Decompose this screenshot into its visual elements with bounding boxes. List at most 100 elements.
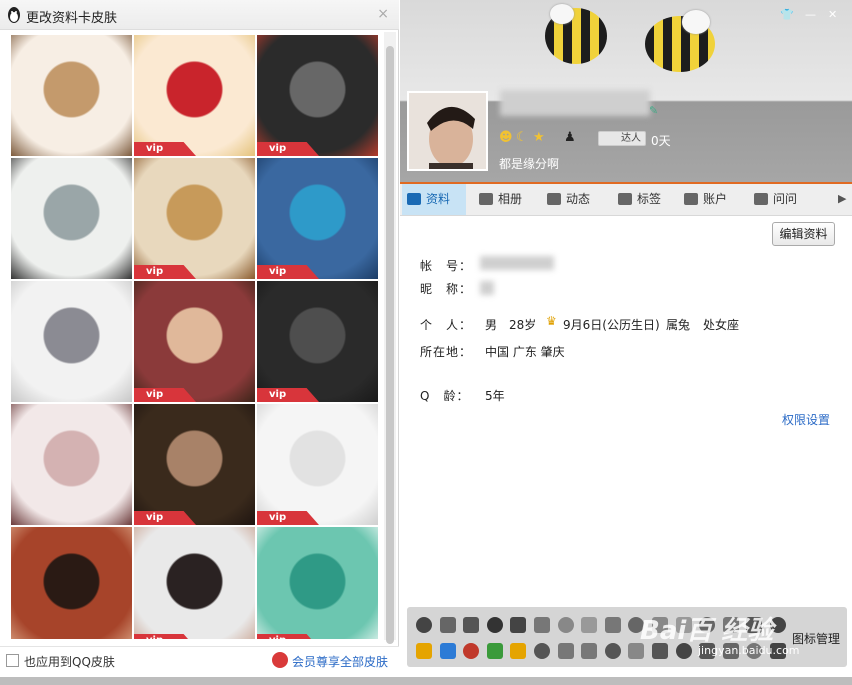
qq-penguin-icon — [8, 7, 20, 23]
profile-badge-icon[interactable] — [416, 617, 432, 633]
bee-wing — [550, 4, 574, 24]
apply-to-qq-label: 也应用到QQ皮肤 — [24, 655, 115, 669]
skin-thumbnail[interactable]: vip — [134, 35, 255, 156]
edit-profile-button[interactable]: 编辑资料 — [772, 222, 835, 246]
skin-thumbnail[interactable] — [11, 404, 132, 525]
personal-label: 个 人： — [420, 318, 473, 332]
skin-thumbnail[interactable]: vip — [257, 35, 378, 156]
skin-thumbnail[interactable] — [11, 158, 132, 279]
skin-thumbnail[interactable]: vip — [257, 281, 378, 402]
skin-picker-title: 更改资料卡皮肤 — [26, 11, 118, 26]
profile-badge-icon[interactable] — [416, 643, 432, 659]
skin-thumbnail[interactable]: vip — [134, 527, 255, 639]
bee-wing — [682, 10, 710, 34]
tab-feed-icon — [547, 193, 561, 205]
tabs-next-arrow-icon[interactable]: ▶ — [838, 192, 846, 205]
baidu-watermark-url: jingyan.baidu.com — [698, 644, 800, 657]
tab-label: 相册 — [498, 192, 523, 206]
icon-bar — [407, 607, 847, 667]
signature: 都是缘分啊 — [499, 157, 560, 171]
tab-label: 账户 — [703, 192, 728, 206]
expert-badge[interactable]: 达人 — [598, 131, 646, 146]
skin-thumbnail[interactable] — [11, 527, 132, 639]
minimize-icon[interactable]: — — [805, 8, 816, 21]
birthday-value: 9月6日(公历生日) — [563, 318, 660, 332]
tab-album[interactable]: 相册 — [474, 184, 536, 215]
zodiac-animal-value: 属兔 — [666, 318, 691, 332]
skin-thumbnail[interactable]: vip — [134, 404, 255, 525]
qage-value: 5年 — [485, 389, 505, 403]
profile-badge-icon[interactable] — [581, 617, 598, 633]
skin-icon[interactable]: 👕 — [780, 8, 794, 21]
profile-badge-icon[interactable] — [557, 643, 574, 659]
vip-tag: vip — [134, 265, 196, 279]
avatar-photo — [409, 93, 486, 169]
tab-profile[interactable]: 资料 — [402, 184, 466, 215]
nickname-value-blurred — [480, 281, 494, 295]
skin-thumbnail[interactable]: vip — [134, 281, 255, 402]
vip-tag: vip — [257, 142, 319, 156]
smiley-level-icon: ☻ — [499, 130, 513, 145]
account-label: 帐 号： — [420, 259, 473, 273]
profile-badge-icon[interactable] — [463, 643, 480, 659]
profile-badge-icon[interactable] — [534, 617, 550, 633]
skin-thumbnail[interactable] — [11, 35, 132, 156]
vip-tag: vip — [257, 634, 319, 639]
vip-tag: vip — [134, 511, 196, 525]
vip-all-skins-link[interactable]: 会员尊享全部皮肤 — [292, 653, 388, 670]
profile-badge-icon[interactable] — [486, 617, 503, 633]
profile-badge-icon[interactable] — [439, 617, 456, 633]
profile-badge-icon[interactable] — [486, 643, 503, 659]
nickname-blurred — [500, 90, 650, 116]
qage-label: Q 龄： — [420, 389, 470, 403]
profile-badge-icon[interactable] — [604, 643, 621, 659]
skin-picker-titlebar: 更改资料卡皮肤 × — [0, 0, 399, 30]
skin-thumbnail[interactable]: vip — [134, 158, 255, 279]
skin-picker-panel: 更改资料卡皮肤 × vipvipvipvipvipvipvipvipvipvip… — [0, 0, 399, 685]
profile-badge-icon[interactable] — [463, 617, 480, 633]
expert-badge-label: 达人 — [621, 133, 641, 144]
tab-ask[interactable]: 问问 — [749, 184, 809, 215]
scrollbar-thumb[interactable] — [386, 46, 394, 644]
profile-badge-icon[interactable] — [510, 643, 527, 659]
moon-level-icon: ☾ — [516, 130, 528, 145]
profile-badge-icon[interactable] — [557, 617, 574, 633]
skin-thumbnail[interactable]: vip — [257, 527, 378, 639]
tab-ask-icon — [754, 193, 768, 205]
tab-tags-icon — [618, 193, 632, 205]
skin-grid: vip vip vip vip vip vip vip vip vip vip — [11, 35, 380, 639]
scrollbar[interactable] — [384, 32, 396, 644]
tab-tags[interactable]: 标签 — [613, 184, 673, 215]
tab-label: 问问 — [773, 192, 798, 206]
vip-crown-icon — [272, 652, 288, 668]
profile-card: 👕 — ✕ ✎ ☻ ☾ ★ ♟ 达人 0天 都是缘分啊 ▶ 资料 相册 动态 标签 账户… — [400, 0, 852, 685]
age-value: 28岁 — [509, 318, 537, 332]
edit-signature-icon[interactable]: ✎ — [649, 104, 658, 117]
profile-badge-icon[interactable] — [604, 617, 621, 633]
crown-icon: ♛ — [546, 314, 557, 328]
close-icon[interactable]: ✕ — [828, 8, 837, 21]
location-label: 所在地： — [420, 345, 473, 359]
close-icon[interactable]: × — [377, 6, 389, 22]
apply-to-qq-checkbox[interactable] — [6, 654, 19, 667]
profile-badge-icon[interactable] — [534, 643, 550, 659]
icon-manager-link[interactable]: 图标管理 — [792, 630, 840, 647]
tab-feed[interactable]: 动态 — [542, 184, 607, 215]
nickname-label: 昵 称： — [420, 282, 473, 296]
profile-badge-icon[interactable] — [581, 643, 598, 659]
qq-service-icon[interactable]: ♟ — [564, 130, 576, 145]
skin-thumbnail[interactable]: vip — [257, 158, 378, 279]
tab-label: 动态 — [566, 192, 591, 206]
days-count: 0天 — [651, 134, 671, 148]
avatar[interactable] — [407, 91, 488, 171]
profile-badge-icon[interactable] — [439, 643, 456, 659]
profile-badge-icon[interactable] — [510, 617, 527, 633]
account-value-blurred — [480, 256, 554, 270]
permission-settings-link[interactable]: 权限设置 — [782, 411, 830, 428]
vip-tag: vip — [134, 388, 196, 402]
tab-label: 标签 — [637, 192, 662, 206]
skin-thumbnail[interactable] — [11, 281, 132, 402]
tab-account[interactable]: 账户 — [679, 184, 743, 215]
skin-thumbnail[interactable]: vip — [257, 404, 378, 525]
tab-album-icon — [479, 193, 493, 205]
